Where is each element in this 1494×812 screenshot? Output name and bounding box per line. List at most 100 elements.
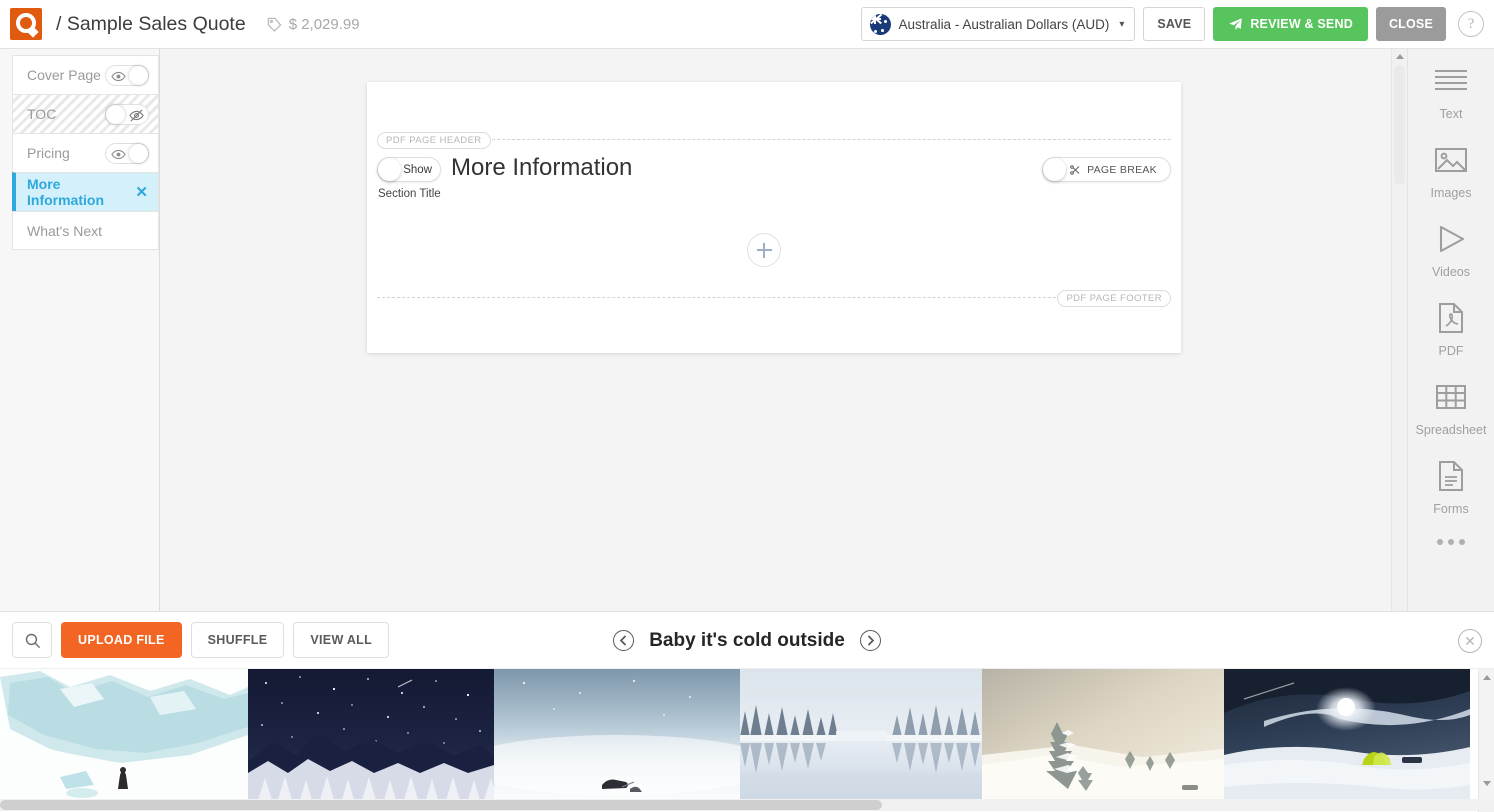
chevron-down-icon[interactable] <box>1483 781 1491 786</box>
plus-icon-vertical <box>763 243 765 258</box>
tool-spreadsheet[interactable]: Spreadsheet <box>1408 377 1494 437</box>
view-all-button[interactable]: VIEW ALL <box>293 622 389 658</box>
pdf-page-header-badge: PDF PAGE HEADER <box>377 132 491 149</box>
sidebar-item-label: What's Next <box>27 223 102 239</box>
upload-file-label: UPLOAD FILE <box>78 633 165 647</box>
search-icon <box>24 632 41 649</box>
thumbnail-moonlit-tent-storm[interactable] <box>1224 669 1470 800</box>
toggle-knob <box>1043 158 1066 181</box>
save-button-label: SAVE <box>1157 17 1191 31</box>
page-title[interactable]: / Sample Sales Quote <box>56 13 246 36</box>
section-list-sidebar: Cover Page TOC Pricing <box>0 49 160 611</box>
tool-forms[interactable]: Forms <box>1408 456 1494 516</box>
question-mark-icon[interactable]: ? <box>1458 11 1484 37</box>
thumbnail-snow-covered-pine-tree[interactable] <box>982 669 1224 800</box>
currency-select[interactable]: Australia - Australian Dollars (AUD) ▾ <box>861 7 1136 41</box>
sidebar-item-label: Pricing <box>27 145 70 161</box>
show-toggle-label: Show <box>403 164 432 176</box>
sidebar-item-toc[interactable]: TOC <box>12 94 159 133</box>
chevron-up-icon[interactable] <box>1396 54 1404 59</box>
cover-page-visibility-toggle[interactable] <box>105 65 149 86</box>
section-title-caption: Section Title <box>378 188 441 200</box>
gallery-vertical-scrollbar[interactable] <box>1478 669 1494 812</box>
content-tools-sidebar: Text Images Videos PDF <box>1407 49 1494 611</box>
tool-pdf[interactable]: PDF <box>1408 298 1494 358</box>
close-button[interactable]: CLOSE <box>1376 7 1446 41</box>
chevron-up-icon[interactable] <box>1483 675 1491 680</box>
currency-label: Australia - Australian Dollars (AUD) <box>899 17 1110 32</box>
thumbnail-frozen-lake-reflection[interactable] <box>740 669 982 800</box>
logo-dot <box>21 18 31 28</box>
section-block: Show More Information Section Title PAGE… <box>367 152 1181 292</box>
close-button-label: CLOSE <box>1389 17 1433 31</box>
tool-label: Images <box>1431 186 1472 200</box>
price-tag-icon <box>266 16 283 33</box>
canvas-vertical-scrollbar[interactable] <box>1391 49 1407 611</box>
tool-label: PDF <box>1439 344 1464 358</box>
tool-more[interactable] <box>1408 535 1494 545</box>
view-all-label: VIEW ALL <box>310 633 372 647</box>
play-triangle-icon <box>1431 219 1471 259</box>
chevron-right-circle-icon[interactable] <box>860 630 881 651</box>
thumbnail-glacier-ice-wall[interactable] <box>0 669 248 800</box>
search-button[interactable] <box>12 622 52 658</box>
gallery-title: Baby it's cold outside <box>649 630 845 652</box>
send-plane-icon <box>1228 17 1243 32</box>
thumbnail-foggy-snow-field[interactable] <box>494 669 740 800</box>
toggle-knob <box>106 105 125 124</box>
quote-logo-icon[interactable] <box>10 8 42 40</box>
page-break-button[interactable]: PAGE BREAK <box>1042 157 1171 182</box>
sidebar-item-more-information[interactable]: More Information ✕ <box>12 172 159 211</box>
tool-text[interactable]: Text <box>1408 61 1494 121</box>
sidebar-item-cover-page[interactable]: Cover Page <box>12 55 159 94</box>
close-x-icon[interactable]: ✕ <box>135 183 148 201</box>
pdf-file-icon <box>1431 298 1471 338</box>
help-label: ? <box>1468 16 1475 33</box>
gallery-horizontal-scrollbar[interactable] <box>0 799 1494 811</box>
review-and-send-label: REVIEW & SEND <box>1250 17 1353 31</box>
close-circle-icon[interactable]: ✕ <box>1458 629 1482 653</box>
scrollbar-thumb[interactable] <box>1394 65 1405 185</box>
eye-icon <box>111 69 126 84</box>
quote-price: $ 2,029.99 <box>266 16 360 33</box>
eye-icon <box>111 147 126 162</box>
save-button[interactable]: SAVE <box>1143 7 1205 41</box>
sidebar-item-pricing[interactable]: Pricing <box>12 133 159 172</box>
toc-visibility-toggle[interactable] <box>105 104 149 125</box>
tool-label: Forms <box>1433 502 1468 516</box>
tool-label: Spreadsheet <box>1416 423 1487 437</box>
page-break-label: PAGE BREAK <box>1087 164 1157 176</box>
thumbnail-strip[interactable] <box>0 669 1478 800</box>
sidebar-item-whats-next[interactable]: What's Next <box>12 211 159 250</box>
tool-images[interactable]: Images <box>1408 140 1494 200</box>
tool-videos[interactable]: Videos <box>1408 219 1494 279</box>
scrollbar-thumb[interactable] <box>0 800 882 810</box>
pdf-page-footer-badge: PDF PAGE FOOTER <box>1057 290 1171 307</box>
toggle-knob <box>129 66 148 85</box>
chevron-down-icon: ▾ <box>1119 19 1124 30</box>
tool-label: Videos <box>1432 265 1470 279</box>
sidebar-item-label: TOC <box>27 106 56 122</box>
sidebar-item-label: Cover Page <box>27 67 101 83</box>
upload-file-button[interactable]: UPLOAD FILE <box>61 622 182 658</box>
sidebar-item-label: More Information <box>27 176 135 208</box>
tool-label: Text <box>1440 107 1463 121</box>
section-show-toggle[interactable]: Show <box>377 157 441 182</box>
text-lines-icon <box>1431 61 1471 101</box>
chevron-left-circle-icon[interactable] <box>613 630 634 651</box>
top-actions: Australia - Australian Dollars (AUD) ▾ S… <box>861 7 1494 41</box>
shuffle-label: SHUFFLE <box>208 633 268 647</box>
pdf-page: PDF PAGE HEADER Show More Information Se… <box>367 82 1181 353</box>
thumbnail-starry-night-snow-forest[interactable] <box>248 669 494 800</box>
scissors-icon <box>1069 164 1081 176</box>
pricing-visibility-toggle[interactable] <box>105 143 149 164</box>
gallery-toolbar: UPLOAD FILE SHUFFLE VIEW ALL Baby it's c… <box>0 612 1494 669</box>
section-heading[interactable]: More Information <box>451 154 632 182</box>
price-value: $ 2,029.99 <box>289 16 360 33</box>
grid-table-icon <box>1431 377 1471 417</box>
add-content-block-button[interactable] <box>747 233 781 267</box>
toggle-knob <box>129 144 148 163</box>
review-and-send-button[interactable]: REVIEW & SEND <box>1213 7 1368 41</box>
shuffle-button[interactable]: SHUFFLE <box>191 622 285 658</box>
page-header-divider <box>377 139 1171 140</box>
